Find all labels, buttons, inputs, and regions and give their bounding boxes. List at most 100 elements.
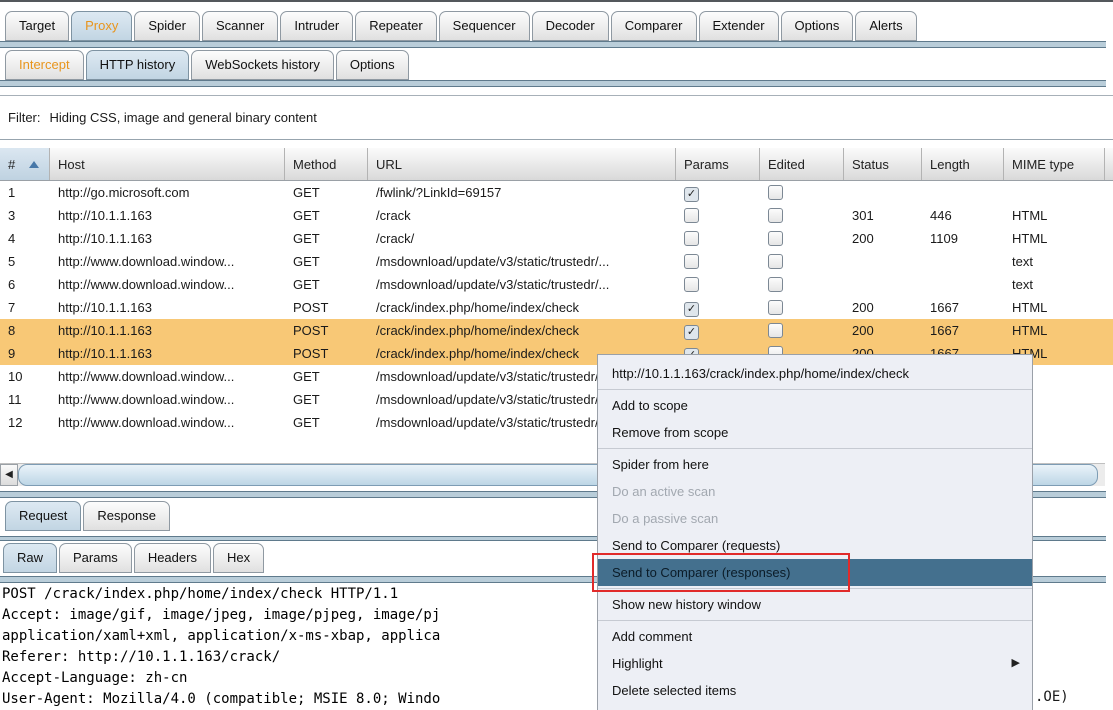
- table-row[interactable]: 4 http://10.1.1.163 GET/crack/200 1109 HTML: [0, 227, 1113, 250]
- cell-host: http://go.microsoft.com: [58, 185, 190, 200]
- cell-params: [676, 250, 760, 273]
- tab-headers[interactable]: Headers: [133, 543, 211, 573]
- table-row[interactable]: 8 http://10.1.1.163 POST/crack/index.php/h…: [0, 319, 1113, 342]
- tab-websockets-history[interactable]: WebSockets history: [191, 50, 334, 80]
- cell-params: [676, 227, 760, 250]
- table-row[interactable]: 5 http://www.download.window... GET/msdown…: [0, 250, 1113, 273]
- table-row[interactable]: 3 http://10.1.1.163 GET/crack 301 446 HTML: [0, 204, 1113, 227]
- menu-item-show-new-history-window[interactable]: Show new history window: [598, 591, 1032, 618]
- cell-mime: [1004, 181, 1105, 204]
- column-label: Method: [293, 156, 337, 172]
- cell-url: /crack/index.php/home/index/check: [376, 323, 580, 338]
- tab-http-history[interactable]: HTTP history: [85, 50, 190, 80]
- menu-separator: [598, 588, 1032, 589]
- tab-comparer[interactable]: Comparer: [610, 11, 697, 41]
- column-label: Host: [58, 156, 85, 172]
- column-header-edited[interactable]: Edited: [760, 148, 844, 180]
- cell-method: POST: [293, 346, 329, 361]
- column-header-[interactable]: #: [0, 148, 50, 180]
- tab-intercept[interactable]: Intercept: [5, 50, 84, 80]
- menu-item-add-to-scope[interactable]: Add to scope: [598, 392, 1032, 419]
- menu-item-delete-selected-items[interactable]: Delete selected items: [598, 677, 1032, 704]
- window-top-edge: [0, 0, 1113, 2]
- params-checkbox: [684, 231, 699, 246]
- cell-url: /msdownload/update/v3/static/trustedr/..…: [376, 254, 610, 269]
- column-header-mime-type[interactable]: MIME type: [1004, 148, 1105, 180]
- column-header-length[interactable]: Length: [922, 148, 1004, 180]
- tab-request[interactable]: Request: [5, 501, 82, 531]
- menu-item-remove-from-scope[interactable]: Remove from scope: [598, 419, 1032, 446]
- cell-edited: [760, 227, 844, 250]
- menu-title-url: http://10.1.1.163/crack/index.php/home/i…: [612, 366, 910, 381]
- cell-method: POST: [293, 300, 329, 315]
- column-label: Edited: [768, 156, 805, 172]
- tab-decoder[interactable]: Decoder: [531, 11, 609, 41]
- column-header-host[interactable]: Host: [50, 148, 285, 180]
- tab-proxy[interactable]: Proxy: [71, 11, 133, 41]
- context-menu: http://10.1.1.163/crack/index.php/home/i…: [597, 354, 1033, 710]
- menu-item-clear-history[interactable]: Clear history: [598, 704, 1032, 710]
- cell-num: 11: [8, 392, 22, 407]
- menu-separator: [598, 389, 1032, 390]
- tab-repeater[interactable]: Repeater: [355, 11, 437, 41]
- tab-options[interactable]: Options: [335, 50, 409, 80]
- tab-target[interactable]: Target: [5, 11, 70, 41]
- cell-method: POST: [293, 323, 329, 338]
- menu-item-send-to-comparer-responses[interactable]: Send to Comparer (responses): [598, 559, 1032, 586]
- scroll-left-button[interactable]: ◀: [0, 464, 18, 486]
- cell-edited: [760, 273, 844, 296]
- cell-params: [676, 273, 760, 296]
- column-label: #: [8, 156, 16, 172]
- cell-host: http://www.download.window...: [58, 254, 235, 269]
- edited-checkbox: [768, 185, 783, 200]
- tab-intruder[interactable]: Intruder: [280, 11, 354, 41]
- tab-extender[interactable]: Extender: [698, 11, 779, 41]
- cell-method: GET: [293, 231, 320, 246]
- tab-scanner[interactable]: Scanner: [201, 11, 279, 41]
- table-row[interactable]: 1 http://go.microsoft.com GET/fwlink/?Link…: [0, 181, 1113, 204]
- cell-method: GET: [293, 277, 320, 292]
- message-view-tab-bar: Raw Params Headers Hex: [3, 543, 265, 573]
- cell-status: [844, 181, 922, 204]
- column-header-params[interactable]: Params: [676, 148, 760, 180]
- filter-bar[interactable]: Filter: Hiding CSS, image and general bi…: [0, 95, 1113, 140]
- tab-options[interactable]: Options: [780, 11, 854, 41]
- menu-item-send-to-comparer-requests[interactable]: Send to Comparer (requests): [598, 532, 1032, 559]
- menu-item-highlight[interactable]: Highlight ▶: [598, 650, 1032, 677]
- cell-status: 200: [852, 300, 874, 315]
- cell-status: 200: [852, 231, 874, 246]
- cell-status: [844, 273, 922, 296]
- tab-response[interactable]: Response: [83, 501, 170, 531]
- cell-params: ✓: [676, 296, 760, 319]
- column-header-url[interactable]: URL: [368, 148, 676, 180]
- column-header-method[interactable]: Method: [285, 148, 368, 180]
- cell-url: /crack/index.php/home/index/check: [376, 300, 580, 315]
- table-row[interactable]: 7 http://10.1.1.163 POST/crack/index.php/h…: [0, 296, 1113, 319]
- tab-spider[interactable]: Spider: [134, 11, 200, 41]
- tab-sequencer[interactable]: Sequencer: [438, 11, 530, 41]
- cell-host: http://www.download.window...: [58, 392, 235, 407]
- menu-item-add-comment[interactable]: Add comment: [598, 623, 1032, 650]
- tab-alerts[interactable]: Alerts: [855, 11, 917, 41]
- cell-host: http://www.download.window...: [58, 415, 235, 430]
- menu-item-do-a-passive-scan: Do a passive scan: [612, 511, 719, 526]
- tab-params[interactable]: Params: [59, 543, 132, 573]
- table-row[interactable]: 6 http://www.download.window... GET/msdown…: [0, 273, 1113, 296]
- column-header-status[interactable]: Status: [844, 148, 922, 180]
- cell-method: GET: [293, 369, 320, 384]
- cell-host: http://10.1.1.163: [58, 231, 152, 246]
- burp-suite-window: Target Proxy Spider Scanner Intruder Repeater…: [0, 0, 1113, 710]
- cell-mime: HTML: [1012, 208, 1048, 223]
- left-arrow-icon: ◀: [5, 469, 13, 480]
- menu-item-spider-from-here[interactable]: Spider from here: [598, 451, 1032, 478]
- cell-num: 8: [8, 323, 16, 338]
- cell-length: 446: [930, 208, 952, 223]
- tab-band-divider: [0, 41, 1106, 48]
- tab-raw[interactable]: Raw: [3, 543, 58, 573]
- filter-label: Filter:: [8, 110, 41, 125]
- cell-num: 9: [8, 346, 16, 361]
- params-checkbox: ✓: [684, 187, 699, 202]
- cell-method: GET: [293, 185, 320, 200]
- cell-method: GET: [293, 208, 320, 223]
- tab-hex[interactable]: Hex: [212, 543, 265, 573]
